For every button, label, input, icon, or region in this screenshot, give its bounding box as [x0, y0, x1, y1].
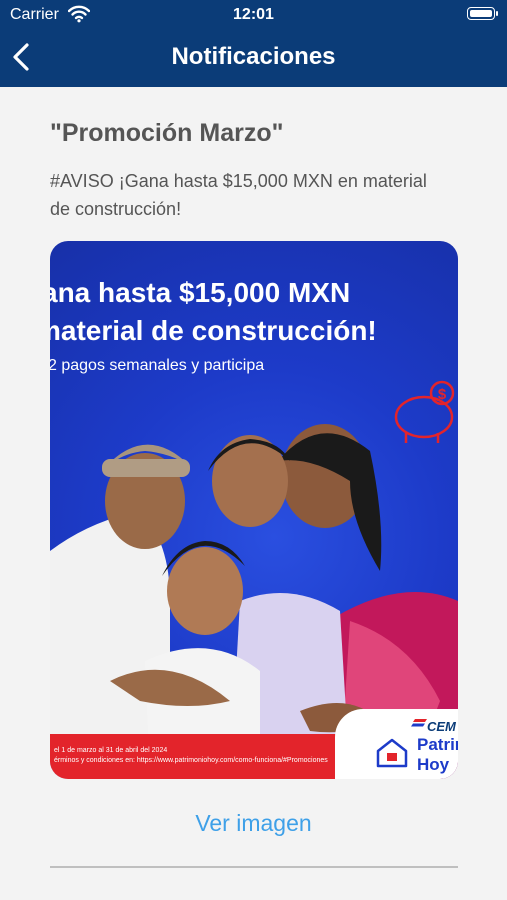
brand-cemex-text: CEM [427, 719, 456, 734]
navigation-header: Carrier 12:01 Notificaciones [0, 0, 507, 87]
brand-patrimonio-text: Patrim [417, 735, 458, 754]
notification-body: #AVISO ¡Gana hasta $15,000 MXN en materi… [50, 171, 427, 219]
view-image-button[interactable]: Ver imagen [0, 810, 507, 837]
notification-title: "Promoción Marzo" [50, 119, 284, 147]
brand-logo: CEM Patrim Hoy [335, 709, 458, 779]
promo-legal-terms: érminos y condiciones en: https://www.pa… [54, 757, 328, 764]
divider [50, 866, 458, 868]
cemex-stripes-icon [411, 719, 427, 727]
promo-headline-2: material de construcción! [50, 315, 377, 346]
page-title: Notificaciones [171, 43, 336, 70]
promo-legal-dates: el 1 de marzo al 31 de abril del 2024 [54, 747, 168, 754]
status-time: 12:01 [233, 6, 274, 23]
promo-image[interactable]: ana hasta $15,000 MXN material de constr… [50, 241, 458, 779]
promo-headline-1: ana hasta $15,000 MXN [50, 277, 351, 308]
promo-subline: 2 pagos semanales y participa [50, 357, 265, 374]
battery-icon [467, 7, 498, 20]
house-icon [376, 738, 408, 768]
status-bar: Carrier 12:01 [0, 0, 507, 30]
brand-hoy-text: Hoy [417, 755, 450, 774]
